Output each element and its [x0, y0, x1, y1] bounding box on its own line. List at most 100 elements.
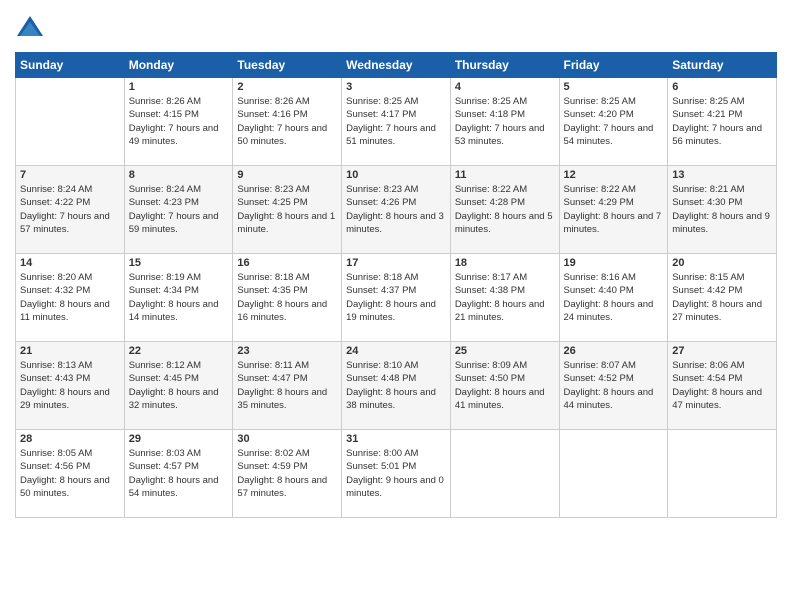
daylight: Daylight: 8 hours and 29 minutes. — [20, 387, 110, 411]
day-info: Sunrise: 8:11 AM Sunset: 4:47 PM Daylight:… — [237, 359, 337, 412]
sunset: Sunset: 4:52 PM — [564, 373, 634, 384]
calendar-cell: 24Sunrise: 8:10 AMSunset: 4:48 PMDayligh… — [342, 342, 451, 430]
sunrise: Sunrise: 8:02 AM — [237, 448, 309, 459]
sunrise: Sunrise: 8:00 AM — [346, 448, 418, 459]
daylight: Daylight: 8 hours and 21 minutes. — [455, 299, 545, 323]
weekday-header: Tuesday — [233, 53, 342, 78]
day-number: 26 — [564, 345, 664, 357]
sunrise: Sunrise: 8:03 AM — [129, 448, 201, 459]
day-info: Sunrise: 8:22 AMSunset: 4:29 PMDaylight:… — [564, 183, 664, 236]
day-info: Sunrise: 8:06 AMSunset: 4:54 PMDaylight:… — [672, 359, 772, 412]
header — [15, 10, 777, 44]
day-info: Sunrise: 8:26 AM Sunset: 4:16 PM Daylight:… — [237, 95, 337, 148]
day-info: Sunrise: 8:02 AMSunset: 4:59 PMDaylight:… — [237, 447, 337, 500]
day-info: Sunrise: 8:00 AMSunset: 5:01 PMDaylight:… — [346, 447, 446, 500]
day-info: Sunrise: 8:17 AMSunset: 4:38 PMDaylight:… — [455, 271, 555, 324]
daylight: Daylight: 8 hours and 5 minutes. — [455, 211, 553, 235]
day-number: 16 — [237, 257, 337, 269]
day-number: 22 — [129, 345, 229, 357]
logo — [15, 14, 47, 44]
calendar-week-row: 7Sunrise: 8:24 AMSunset: 4:22 PMDaylight… — [16, 166, 777, 254]
daylight: Daylight: 8 hours and 11 minutes. — [20, 299, 110, 323]
sunset: Sunset: 4:50 PM — [455, 373, 525, 384]
day-number: 9 — [237, 169, 337, 181]
day-number: 21 — [20, 345, 120, 357]
day-number: 1 — [129, 81, 229, 93]
day-info: Sunrise: 8:22 AMSunset: 4:28 PMDaylight:… — [455, 183, 555, 236]
day-info: Sunrise: 8:15 AMSunset: 4:42 PMDaylight:… — [672, 271, 772, 324]
daylight: Daylight: 8 hours and 9 minutes. — [672, 211, 770, 235]
calendar-cell: 13Sunrise: 8:21 AMSunset: 4:30 PMDayligh… — [668, 166, 777, 254]
sunrise: Sunrise: 8:07 AM — [564, 360, 636, 371]
daylight: Daylight: 7 hours and 57 minutes. — [20, 211, 110, 235]
calendar-cell: 1Sunrise: 8:26 AMSunset: 4:15 PMDaylight… — [124, 78, 233, 166]
day-info: Sunrise: 8:25 AMSunset: 4:18 PMDaylight:… — [455, 95, 555, 148]
day-number: 18 — [455, 257, 555, 269]
daylight: Daylight: 9 hours and 0 minutes. — [346, 475, 444, 499]
sunset: Sunset: 4:26 PM — [346, 197, 416, 208]
calendar-cell: 20 Sunrise: 8:15 AMSunset: 4:42 PMDayligh… — [668, 254, 777, 342]
calendar-cell: 23 Sunrise: 8:11 AM Sunset: 4:47 PM Dayligh… — [233, 342, 342, 430]
page-container: SundayMondayTuesdayWednesdayThursdayFrid… — [0, 0, 792, 612]
daylight: Daylight: 8 hours and 35 minutes. — [237, 387, 327, 411]
calendar-cell: 19Sunrise: 8:16 AMSunset: 4:40 PMDayligh… — [559, 254, 668, 342]
calendar-cell: 3Sunrise: 8:25 AMSunset: 4:17 PMDaylight… — [342, 78, 451, 166]
day-info: Sunrise: 8:19 AMSunset: 4:34 PMDaylight:… — [129, 271, 229, 324]
day-number: 24 — [346, 345, 446, 357]
sunset: Sunset: 4:23 PM — [129, 197, 199, 208]
sunrise: Sunrise: 8:26 AM — [237, 96, 309, 107]
sunrise: Sunrise: 8:06 AM — [672, 360, 744, 371]
daylight: Daylight: 7 hours and 50 minutes. — [237, 123, 327, 147]
calendar-cell: 30Sunrise: 8:02 AMSunset: 4:59 PMDayligh… — [233, 430, 342, 518]
sunset: Sunset: 4:18 PM — [455, 109, 525, 120]
daylight: Daylight: 7 hours and 51 minutes. — [346, 123, 436, 147]
calendar-cell: 16 Sunrise: 8:18 AMSunset: 4:35 PMDayligh… — [233, 254, 342, 342]
sunset: Sunset: 4:15 PM — [129, 109, 199, 120]
sunrise: Sunrise: 8:24 AM — [129, 184, 201, 195]
day-number: 7 — [20, 169, 120, 181]
daylight: Daylight: 7 hours and 54 minutes. — [564, 123, 654, 147]
day-number: 31 — [346, 433, 446, 445]
day-number: 6 — [672, 81, 772, 93]
daylight: Daylight: 8 hours and 32 minutes. — [129, 387, 219, 411]
sunset: Sunset: 4:43 PM — [20, 373, 90, 384]
day-number: 12 — [564, 169, 664, 181]
sunset: Sunset: 4:16 PM — [237, 109, 307, 120]
daylight: Daylight: 8 hours and 27 minutes. — [672, 299, 762, 323]
calendar-week-row: 21 Sunrise: 8:13 AM Sunset: 4:43 PM Dayligh… — [16, 342, 777, 430]
daylight: Daylight: 8 hours and 7 minutes. — [564, 211, 662, 235]
day-number: 20 — [672, 257, 772, 269]
calendar-cell: 9Sunrise: 8:23 AMSunset: 4:25 PMDaylight… — [233, 166, 342, 254]
day-info: Sunrise: 8:25 AMSunset: 4:21 PMDaylight:… — [672, 95, 772, 148]
sunrise: Sunrise: 8:25 AM — [564, 96, 636, 107]
weekday-header: Friday — [559, 53, 668, 78]
day-info: Sunrise: 8:18 AMSunset: 4:35 PMDaylight:… — [237, 271, 337, 324]
sunrise: Sunrise: 8:05 AM — [20, 448, 92, 459]
sunset: Sunset: 4:47 PM — [237, 373, 307, 384]
day-number: 5 — [564, 81, 664, 93]
sunrise: Sunrise: 8:25 AM — [346, 96, 418, 107]
daylight: Daylight: 7 hours and 53 minutes. — [455, 123, 545, 147]
sunrise: Sunrise: 8:10 AM — [346, 360, 418, 371]
sunrise: Sunrise: 8:26 AM — [129, 96, 201, 107]
calendar-cell: 2Sunrise: 8:26 AMSunset: 4:16 PMDaylight… — [233, 78, 342, 166]
day-number: 23 — [237, 345, 337, 357]
day-number: 14 — [20, 257, 120, 269]
sunset: Sunset: 4:45 PM — [129, 373, 199, 384]
day-info: Sunrise: 8:12 AMSunset: 4:45 PMDaylight:… — [129, 359, 229, 412]
sunrise: Sunrise: 8:23 AM — [237, 184, 309, 195]
day-number: 25 — [455, 345, 555, 357]
daylight: Daylight: 8 hours and 24 minutes. — [564, 299, 654, 323]
day-info: Sunrise: 8:10 AMSunset: 4:48 PMDaylight:… — [346, 359, 446, 412]
day-info: Sunrise: 8:24 AMSunset: 4:23 PMDaylight:… — [129, 183, 229, 236]
sunset: Sunset: 4:20 PM — [564, 109, 634, 120]
calendar-cell: 22 Sunrise: 8:12 AMSunset: 4:45 PMDayligh… — [124, 342, 233, 430]
sunrise: Sunrise: 8:11 AM — [237, 360, 309, 371]
sunrise: Sunrise: 8:13 AM — [20, 360, 92, 371]
weekday-header: Wednesday — [342, 53, 451, 78]
day-info: Sunrise: 8:03 AMSunset: 4:57 PMDaylight:… — [129, 447, 229, 500]
daylight: Daylight: 8 hours and 16 minutes. — [237, 299, 327, 323]
sunrise: Sunrise: 8:20 AM — [20, 272, 92, 283]
sunset: Sunset: 4:48 PM — [346, 373, 416, 384]
calendar-cell: 25Sunrise: 8:09 AMSunset: 4:50 PMDayligh… — [450, 342, 559, 430]
